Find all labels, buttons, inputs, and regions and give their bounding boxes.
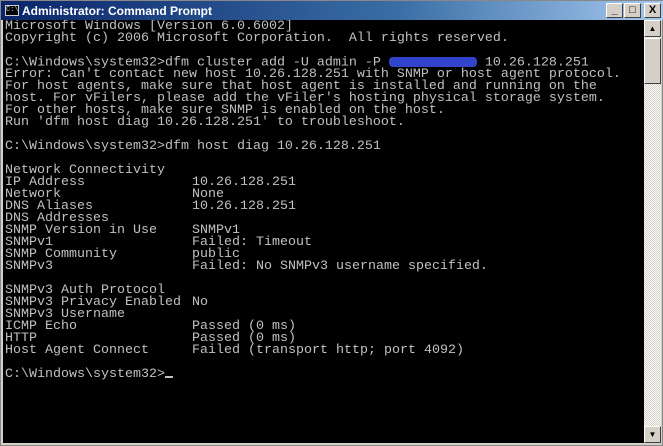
diag-row: Host Agent Connect Failed (transport http… <box>5 343 644 358</box>
diag-row: IP Address 10.26.128.251 <box>5 176 644 189</box>
diag-value: No <box>192 295 208 310</box>
vertical-scrollbar[interactable]: ▲ ▼ <box>644 20 661 443</box>
console-line: Copyright (c) 2006 Microsoft Corporation… <box>5 31 644 46</box>
header-line: Copyright (c) 2006 Microsoft Corporation… <box>5 31 509 46</box>
diag-label: Host Agent Connect <box>5 343 149 358</box>
diag-value: 10.26.128.251 <box>192 199 296 214</box>
console-output[interactable]: Microsoft Windows [Version 6.0.6002] Copy… <box>3 20 644 443</box>
scroll-down-arrow-icon[interactable]: ▼ <box>644 426 661 443</box>
window-title: Administrator: Command Prompt <box>22 3 213 18</box>
diag-row: SNMP Version in Use SNMPv1 <box>5 224 644 237</box>
diag-label: SNMPv3 <box>5 259 53 274</box>
diag-value: Failed: No SNMPv3 username specified. <box>192 259 488 274</box>
minimize-button[interactable]: _ <box>606 3 623 18</box>
diag-row: Network None <box>5 188 644 201</box>
prompt-text: C:\Windows\system32> <box>5 367 165 382</box>
diag-value: Failed (transport http; port 4092) <box>192 343 464 358</box>
cursor <box>164 376 173 378</box>
close-button[interactable]: X <box>644 3 661 18</box>
command-text: C:\Windows\system32>dfm host diag 10.26.… <box>5 139 381 154</box>
redacted-password <box>388 57 477 67</box>
cmd-icon[interactable]: C:\ <box>5 5 19 16</box>
diag-row: SNMPv3 Failed: No SNMPv3 username specifi… <box>5 259 644 274</box>
diag-row: ICMP Echo Passed (0 ms) <box>5 320 644 333</box>
scroll-up-arrow-icon[interactable]: ▲ <box>644 20 661 37</box>
command-prompt-window: C:\ Administrator: Command Prompt _ □ X … <box>0 0 663 446</box>
title-bar[interactable]: C:\ Administrator: Command Prompt _ □ X <box>1 1 663 20</box>
command-line: C:\Windows\system32>dfm host diag 10.26.… <box>5 139 644 154</box>
diag-row: Network Connectivity <box>5 164 644 177</box>
diag-row: SNMPv3 Username <box>5 308 644 321</box>
error-line: Run 'dfm host diag 10.26.128.251' to tro… <box>5 115 405 130</box>
maximize-button[interactable]: □ <box>624 3 641 18</box>
prompt-line: C:\Windows\system32> <box>5 367 644 382</box>
scrollbar-thumb[interactable] <box>644 38 661 84</box>
console-line: Run 'dfm host diag 10.26.128.251' to tro… <box>5 115 644 130</box>
